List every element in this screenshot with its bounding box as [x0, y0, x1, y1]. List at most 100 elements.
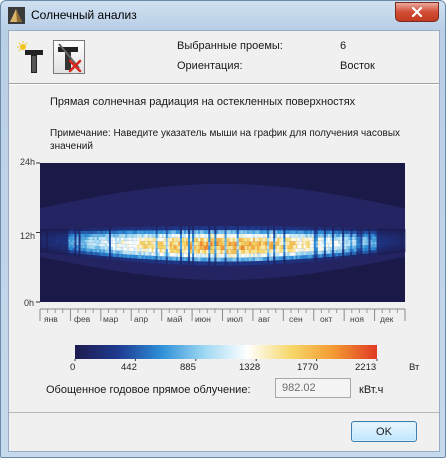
window-shade-remove-icon[interactable] — [53, 40, 85, 74]
heatmap-cell — [295, 233, 298, 238]
heatmap-cell — [106, 253, 110, 257]
heatmap-cell — [336, 249, 339, 254]
heatmap-cell — [293, 252, 296, 256]
heatmap-cell — [368, 228, 371, 231]
heatmap-cell — [230, 230, 233, 234]
heatmap-cell — [364, 250, 367, 254]
heatmap-cell — [269, 237, 272, 242]
heatmap-cell — [200, 253, 203, 258]
heatmap-cell — [332, 237, 335, 241]
heatmap-cell — [271, 241, 274, 246]
annual-irradiation-field[interactable]: 982.02 — [275, 378, 351, 398]
heatmap-cell — [121, 233, 124, 238]
heatmap-cell — [179, 226, 183, 231]
title-bar[interactable]: Солнечный анализ — [1, 1, 445, 29]
heatmap-cell — [204, 261, 207, 266]
heatmap-cell — [175, 249, 179, 254]
heatmap-cell — [218, 257, 221, 262]
heatmap-cell — [384, 244, 388, 247]
heatmap-cell — [121, 237, 124, 241]
heatmap-cell — [376, 233, 379, 237]
heatmap-cell — [338, 256, 341, 260]
heatmap-cell — [84, 248, 87, 252]
heatmap-cell — [301, 244, 304, 249]
heatmap-cell — [157, 233, 160, 238]
heatmap-cell — [256, 226, 260, 231]
heatmap-cell — [299, 248, 302, 252]
solar-radiation-heatmap[interactable] — [9, 151, 439, 361]
heatmap-cell — [269, 245, 272, 250]
heatmap-cell — [110, 233, 114, 238]
heatmap-cell — [382, 236, 386, 239]
heatmap-cell — [186, 253, 189, 258]
heatmap-cell — [329, 240, 333, 244]
heatmap-cell — [348, 233, 351, 237]
heatmap-cell — [265, 245, 268, 250]
heatmap-cell — [100, 240, 104, 244]
heatmap-cell — [224, 237, 227, 242]
heatmap-cell — [315, 247, 319, 252]
heatmap-cell — [388, 231, 392, 234]
heatmap-cell — [305, 255, 308, 259]
heatmap-cell — [248, 257, 252, 262]
heatmap-cell — [309, 230, 313, 234]
close-button[interactable] — [395, 2, 439, 22]
heatmap-cell — [106, 230, 110, 234]
heatmap-cell — [119, 250, 122, 254]
heatmap-cell — [106, 246, 110, 250]
heatmap-cell — [374, 250, 377, 253]
heatmap-cell — [226, 226, 229, 231]
heatmap-cell — [250, 249, 254, 254]
heatmap-cell — [155, 230, 158, 234]
heatmap-cell — [196, 234, 199, 238]
heatmap-cell — [72, 253, 75, 256]
heatmap-cell — [378, 249, 381, 253]
heatmap-cell — [54, 248, 57, 252]
heatmap-cell — [58, 244, 61, 247]
heatmap-cell — [54, 236, 57, 239]
heatmap-cell — [256, 245, 260, 250]
heatmap-cell — [240, 234, 244, 238]
heatmap-cell — [323, 257, 327, 261]
heatmap-cell — [378, 247, 381, 250]
heatmap-cell — [165, 248, 169, 253]
heatmap-cell — [313, 230, 317, 234]
heatmap-cell — [208, 226, 211, 231]
heatmap-cell — [236, 230, 240, 234]
heatmap-cell — [283, 233, 286, 238]
heatmap-cell — [244, 257, 248, 262]
heatmap-cell — [334, 246, 337, 251]
heatmap-cell — [135, 258, 138, 263]
window-sun-icon[interactable] — [17, 41, 47, 75]
heatmap-cell — [175, 233, 179, 238]
heatmap-cell — [82, 239, 85, 243]
heatmap-cell — [224, 230, 227, 235]
heatmap-cell — [226, 261, 229, 266]
heatmap-cell — [218, 261, 221, 266]
heatmap-cell — [214, 226, 217, 231]
heatmap-cell — [218, 234, 221, 238]
heatmap-cell — [226, 234, 229, 238]
heatmap-cell — [332, 230, 335, 234]
heatmap-cell — [273, 241, 276, 246]
heatmap-cell — [256, 237, 260, 242]
heatmap-cell — [68, 239, 71, 242]
heatmap-cell — [390, 241, 394, 244]
heatmap-cell — [169, 249, 173, 253]
month-label: сен — [289, 314, 303, 324]
heatmap-cell — [169, 260, 173, 265]
heatmap-cell — [234, 230, 237, 235]
ok-button[interactable]: OK — [351, 421, 417, 442]
heatmap-cell — [250, 237, 254, 242]
heatmap-cell — [102, 249, 106, 253]
heatmap-cell — [56, 246, 59, 250]
heatmap-cell — [366, 247, 369, 251]
heatmap-cell — [198, 253, 201, 258]
heatmap-cell — [259, 230, 262, 234]
heatmap-cell — [250, 261, 254, 266]
heatmap-cell — [321, 230, 325, 234]
heatmap-cell — [139, 258, 142, 263]
heatmap-cell — [364, 233, 367, 237]
heatmap-cell — [125, 230, 128, 234]
heatmap-cell — [234, 253, 237, 258]
